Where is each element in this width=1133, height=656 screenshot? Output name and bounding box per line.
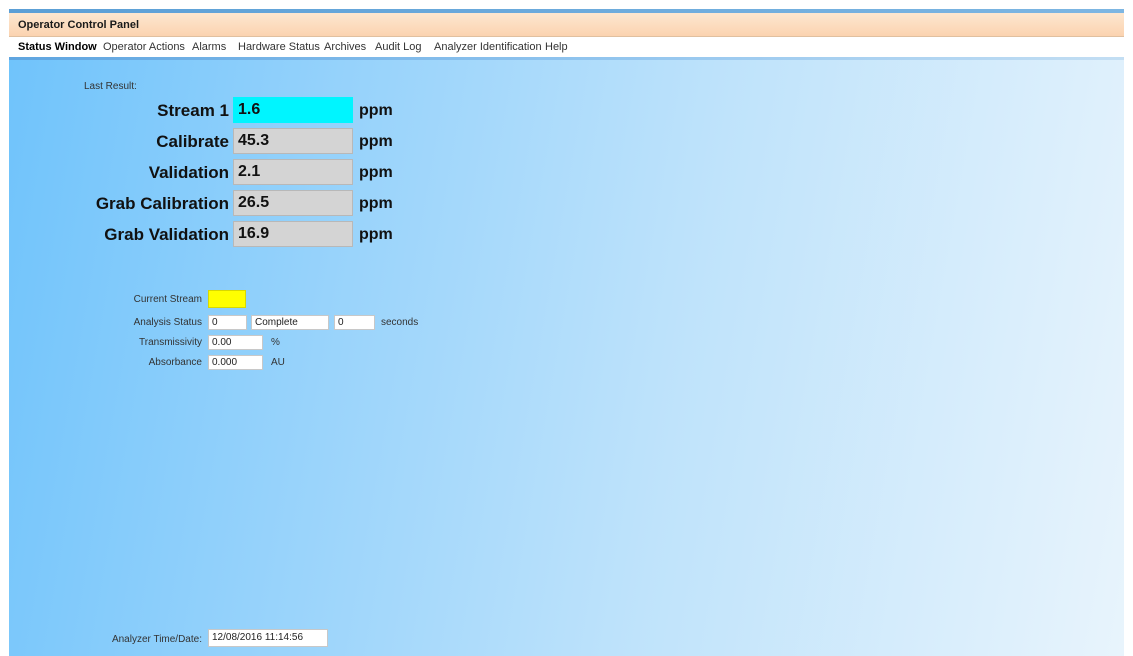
result-value-stream-1: 1.6: [233, 97, 353, 123]
title-bar: Operator Control Panel: [9, 13, 1124, 37]
transmissivity-field: 0.00: [208, 335, 263, 350]
menu-item-archives[interactable]: Archives: [324, 41, 366, 53]
absorbance-field: 0.000: [208, 355, 263, 370]
menu-item-alarms[interactable]: Alarms: [192, 41, 226, 53]
result-label-validation: Validation: [148, 163, 229, 182]
menu-bar: Status Window Operator Actions Alarms Ha…: [9, 37, 1124, 57]
result-value-calibrate: 45.3: [233, 128, 353, 154]
result-value-validation: 2.1: [233, 159, 353, 185]
analyzer-time-field: 12/08/2016 11:14:56: [208, 629, 328, 647]
result-unit-validation: ppm: [359, 164, 393, 181]
result-label-grab-validation: Grab Validation: [104, 225, 229, 244]
current-stream-indicator: [208, 290, 246, 308]
left-margin: [0, 0, 9, 656]
result-unit-grab-validation: ppm: [359, 226, 393, 243]
absorbance-label: Absorbance: [148, 357, 202, 368]
screen: Operator Control Panel Status Window Ope…: [0, 0, 1133, 656]
result-value-grab-validation: 16.9: [233, 221, 353, 247]
right-margin: [1124, 0, 1133, 656]
menu-item-status-window[interactable]: Status Window: [18, 41, 97, 53]
transmissivity-unit: %: [271, 337, 280, 348]
result-value-grab-calibration: 26.5: [233, 190, 353, 216]
operator-control-panel-window: Operator Control Panel Status Window Ope…: [9, 9, 1124, 656]
result-unit-grab-calibration: ppm: [359, 195, 393, 212]
current-stream-label: Current Stream: [133, 294, 202, 305]
analyzer-time-label: Analyzer Time/Date:: [111, 634, 202, 645]
result-unit-calibrate: ppm: [359, 133, 393, 150]
result-label-grab-calibration: Grab Calibration: [95, 194, 229, 213]
result-unit-stream-1: ppm: [359, 102, 393, 119]
menu-bar-divider: [9, 57, 1124, 60]
transmissivity-label: Transmissivity: [139, 337, 202, 348]
menu-item-analyzer-identification[interactable]: Analyzer Identification: [434, 41, 542, 53]
menu-item-audit-log[interactable]: Audit Log: [375, 41, 421, 53]
analysis-status-code-field: 0: [208, 315, 247, 330]
seconds-unit: seconds: [381, 317, 419, 328]
absorbance-unit: AU: [271, 357, 285, 368]
analysis-status-text-field: Complete: [251, 315, 329, 330]
analysis-seconds-field: 0: [334, 315, 375, 330]
menu-item-operator-actions[interactable]: Operator Actions: [103, 41, 185, 53]
window-title: Operator Control Panel: [18, 19, 140, 31]
last-result-label: Last Result:: [84, 81, 137, 92]
analysis-status-label: Analysis Status: [133, 317, 202, 328]
result-label-stream-1: Stream 1: [157, 101, 229, 120]
menu-item-hardware-status[interactable]: Hardware Status: [238, 41, 320, 53]
result-label-calibrate: Calibrate: [156, 132, 229, 151]
menu-item-help[interactable]: Help: [545, 41, 568, 53]
